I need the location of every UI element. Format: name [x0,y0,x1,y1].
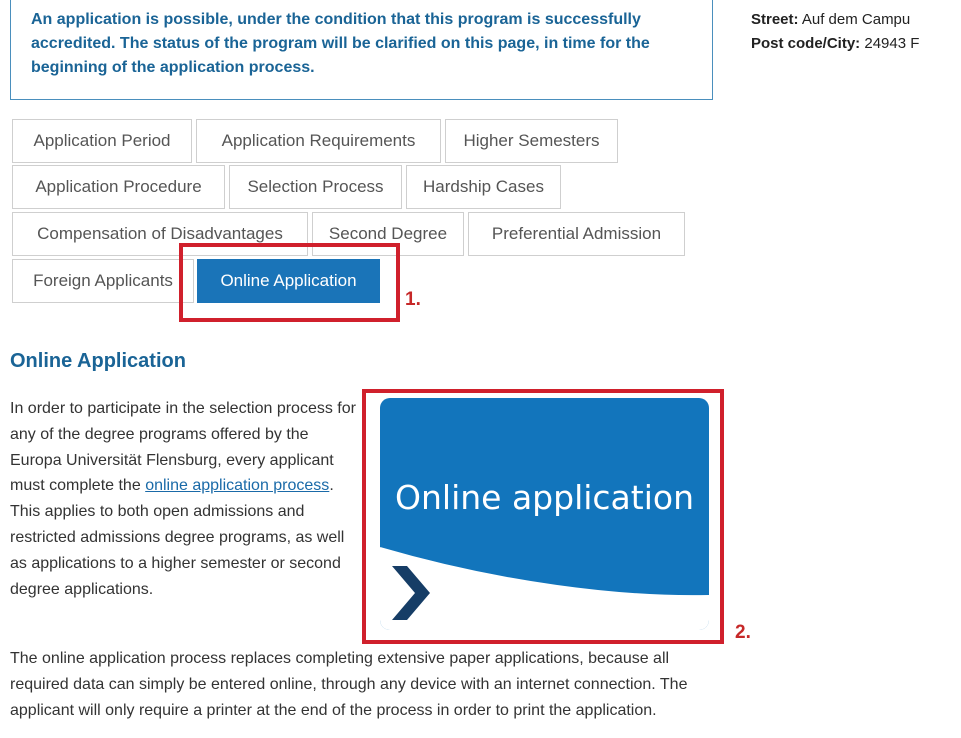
accreditation-notice: An application is possible, under the co… [10,0,713,100]
street-label: Street: [751,11,799,28]
online-application-link[interactable]: online application process [145,477,329,494]
step-1-label: 1. [405,289,421,310]
step-2-label: 2. [735,622,751,643]
street-value: Auf dem Campu [801,11,911,28]
highlight-box-banner [362,389,724,644]
tab-foreign-applicants[interactable]: Foreign Applicants [12,259,194,303]
tab-hardship-cases[interactable]: Hardship Cases [406,165,561,209]
accreditation-notice-text: An application is possible, under the co… [31,11,650,76]
tab-application-procedure[interactable]: Application Procedure [12,165,225,209]
tab-higher-semesters[interactable]: Higher Semesters [445,119,618,163]
contact-address: Street: Auf dem Campu Post code/City: 24… [751,8,919,56]
intro-paragraph: In order to participate in the selection… [10,396,362,602]
section-title: Online Application [10,350,186,372]
details-text: The online application process replaces … [10,650,688,719]
tab-preferential-admission[interactable]: Preferential Admission [468,212,685,256]
postcode-value: 24943 F [864,35,920,52]
tab-application-requirements[interactable]: Application Requirements [196,119,441,163]
tab-application-period[interactable]: Application Period [12,119,192,163]
details-paragraph: The online application process replaces … [10,646,710,723]
tab-selection-process[interactable]: Selection Process [229,165,402,209]
intro-text-end: . This applies to both open admissions a… [10,477,345,598]
highlight-box-tab [179,243,400,322]
postcode-label: Post code/City: [751,35,861,52]
